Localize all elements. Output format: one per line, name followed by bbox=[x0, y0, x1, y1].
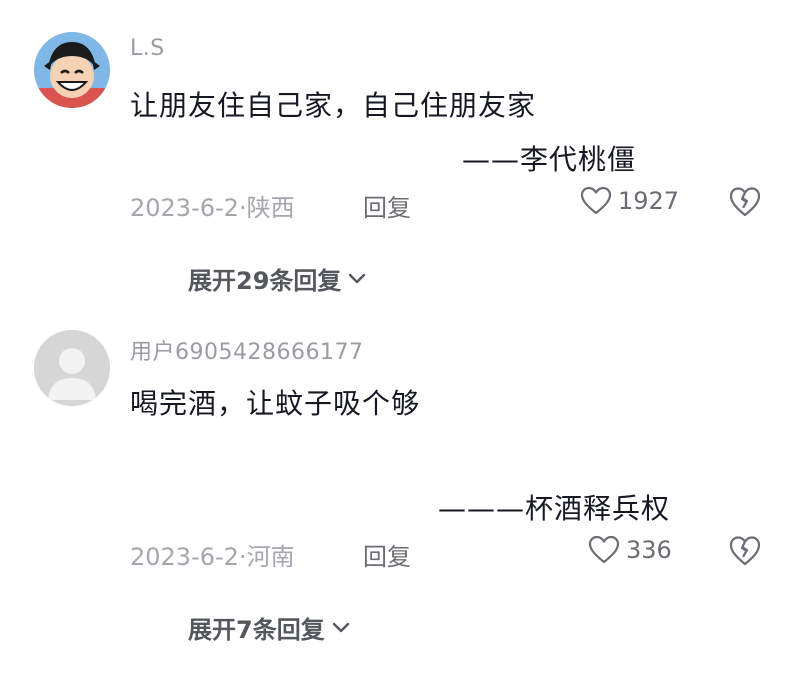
like-count: 336 bbox=[626, 536, 672, 564]
comment-meta: 2023-6-2·陕西 bbox=[130, 188, 295, 223]
default-avatar-icon bbox=[34, 330, 110, 406]
comment-date: 2023-6-2· bbox=[130, 543, 247, 571]
chevron-down-icon bbox=[332, 622, 349, 632]
dislike-button[interactable] bbox=[728, 186, 762, 218]
comment-signature: ——李代桃僵 bbox=[462, 143, 637, 176]
reply-button[interactable]: 回复 bbox=[363, 188, 411, 223]
cartoon-avatar-icon bbox=[34, 32, 110, 108]
comment-text: 喝完酒，让蚊子吸个够 bbox=[130, 387, 421, 420]
comment-text: 让朋友住自己家，自己住朋友家 bbox=[130, 89, 537, 122]
heart-icon bbox=[580, 186, 612, 215]
username[interactable]: 用户6905428666177 bbox=[130, 334, 363, 366]
comment-date: 2023-6-2· bbox=[130, 194, 247, 222]
avatar[interactable] bbox=[34, 32, 110, 108]
avatar[interactable] bbox=[34, 330, 110, 406]
broken-heart-icon bbox=[729, 187, 761, 217]
expand-replies-label: 展开7条回复 bbox=[188, 616, 325, 644]
dislike-button[interactable] bbox=[728, 535, 762, 567]
comment-meta: 2023-6-2·河南 bbox=[130, 537, 295, 572]
expand-replies-button[interactable]: 展开7条回复 bbox=[188, 610, 351, 645]
reply-button[interactable]: 回复 bbox=[363, 537, 411, 572]
chevron-down-icon bbox=[349, 273, 366, 283]
comment-location: 陕西 bbox=[246, 194, 295, 222]
like-button[interactable]: 1927 bbox=[580, 186, 679, 216]
comment-signature: ———杯酒释兵权 bbox=[438, 492, 671, 525]
comment-location: 河南 bbox=[246, 543, 295, 571]
like-count: 1927 bbox=[618, 187, 680, 215]
expand-replies-label: 展开29条回复 bbox=[188, 267, 342, 295]
expand-replies-button[interactable]: 展开29条回复 bbox=[188, 261, 367, 296]
heart-icon bbox=[588, 535, 620, 564]
like-button[interactable]: 336 bbox=[588, 535, 672, 565]
username[interactable]: L.S bbox=[130, 36, 165, 61]
broken-heart-icon bbox=[729, 536, 761, 566]
